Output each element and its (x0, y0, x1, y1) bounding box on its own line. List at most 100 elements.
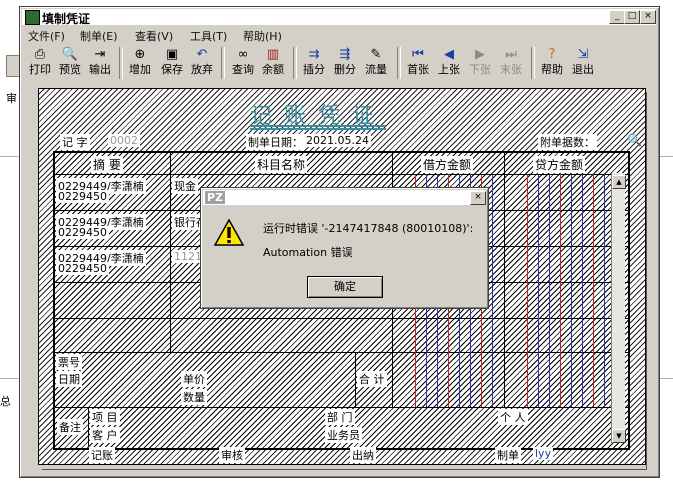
vertical-scrollbar[interactable]: ▲ ▼ (611, 173, 626, 443)
next-voucher-button[interactable]: ▶ 下张 (466, 45, 494, 81)
entry-summary-line2: 0229450 (56, 262, 109, 275)
prev-voucher-button[interactable]: ◀ 上张 (435, 45, 463, 81)
desktop-edge-line (0, 156, 19, 157)
desktop-edge-line (658, 156, 673, 157)
export-icon: ⇥ (94, 47, 106, 62)
export-button[interactable]: ⇥ 输出 (86, 45, 114, 81)
menu-view[interactable]: 查看(V) (135, 28, 173, 44)
insert-entry-button[interactable]: ⇉ 插分 (300, 45, 328, 81)
voucher-date[interactable]: 2021.05.24 (304, 134, 371, 147)
menu-make[interactable]: 制单(E) (80, 28, 118, 44)
error-dialog: PZ × 运行时错误 '-2147417848 (80010108)': Aut… (200, 187, 489, 309)
help-question-icon: ? (548, 47, 556, 62)
salesman-label: 业务员 (325, 427, 362, 443)
auditor-label: 审核 (219, 447, 245, 463)
scroll-up-icon[interactable]: ▲ (612, 175, 626, 189)
person-label: 个 人 (498, 409, 528, 425)
search-icon[interactable]: 🔍 (627, 133, 642, 147)
toolbar-separator (397, 47, 401, 79)
desktop-edge-text: 审 (6, 92, 17, 105)
warning-icon (213, 218, 245, 246)
exit-button[interactable]: ⇲ 退出 (569, 45, 597, 81)
help-button[interactable]: ? 帮助 (538, 45, 566, 81)
unit-price-label: 单价 (181, 371, 207, 387)
column-header-debit: 借方金额 (421, 156, 474, 173)
print-button[interactable]: ⎙ 打印 (26, 45, 54, 81)
project-label: 项 目 (90, 409, 120, 425)
insert-row-icon: ⇉ (308, 47, 320, 62)
preview-icon: 🔍 (61, 47, 79, 62)
remark-label: 备注 (57, 419, 83, 435)
exit-door-icon: ⇲ (577, 47, 589, 62)
toolbar-separator (221, 47, 225, 79)
customer-label: 客 户 (90, 427, 120, 443)
minimize-button[interactable]: _ (609, 10, 625, 24)
entry-account: 现金 (172, 178, 198, 194)
preview-button[interactable]: 🔍 预览 (56, 45, 84, 81)
entry-summary-line2: 0229450 (56, 190, 109, 203)
first-voucher-button[interactable]: ⏮ 首张 (404, 45, 432, 81)
save-button[interactable]: ▣ 保存 (158, 45, 186, 81)
bookkeeper-label: 记账 (89, 447, 115, 463)
prev-page-icon: ◀ (444, 47, 454, 62)
ticket-no-label: 票号 (56, 354, 82, 370)
ticket-date-label: 日期 (56, 371, 82, 387)
close-button[interactable]: × (640, 10, 656, 24)
menu-help[interactable]: 帮助(H) (243, 28, 282, 44)
cash-flow-button[interactable]: ✎ 流量 (362, 45, 390, 81)
voucher-header: 记 字 0002 制单日期： 2021.05.24 附单据数： 🔍 (60, 133, 645, 150)
flow-edit-icon: ✎ (370, 47, 382, 62)
desktop-edge-line (0, 378, 19, 379)
bar-chart-icon: ▥ (266, 47, 280, 62)
binoculars-icon: ∞ (237, 47, 249, 62)
discard-button[interactable]: ↶ 放弃 (188, 45, 216, 81)
last-page-icon: ⏭ (505, 47, 517, 62)
scroll-down-icon[interactable]: ▼ (612, 429, 626, 443)
add-document-icon: ⊕ (134, 47, 146, 62)
toolbar-separator (531, 47, 535, 79)
toolbar: ⎙ 打印 🔍 预览 ⇥ 输出 ⊕ 增加 ▣ 保存 ↶ 放弃 ∞ 查询 ▥ 余额 ⇉ 插分 ⇶ 删分 … (24, 45, 654, 85)
entry-summary-line2: 0229450 (56, 226, 109, 239)
desktop-edge-line (658, 378, 673, 379)
delete-entry-button[interactable]: ⇶ 删分 (331, 45, 359, 81)
voucher-title: 记账凭证 (250, 104, 387, 129)
first-page-icon: ⏮ (412, 47, 424, 62)
delete-row-icon: ⇶ (339, 47, 351, 62)
error-detail: Automation 错误 (263, 246, 353, 259)
voucher-date-label: 制单日期： (246, 134, 305, 150)
cashier-label: 出纳 (350, 447, 376, 463)
menu-file[interactable]: 文件(F) (28, 28, 65, 44)
dialog-close-button[interactable]: × (470, 191, 486, 205)
voucher-word-number[interactable]: 0002 (108, 134, 140, 147)
ok-button[interactable]: 确定 (307, 276, 383, 298)
column-header-summary: 摘 要 (91, 156, 123, 173)
dialog-title-bar[interactable]: PZ × (203, 190, 486, 205)
menu-tools[interactable]: 工具(T) (190, 28, 227, 44)
query-button[interactable]: ∞ 查询 (229, 45, 257, 81)
maker-label: 制单 (495, 447, 521, 463)
app-icon (25, 10, 40, 25)
title-bar[interactable]: 填制凭证 _ □ × (22, 9, 656, 26)
toolbar-separator (119, 47, 123, 79)
dialog-title: PZ (205, 191, 226, 204)
floppy-disk-icon: ▣ (165, 47, 179, 62)
column-header-account: 科目名称 (255, 156, 308, 173)
column-header-credit: 贷方金额 (533, 156, 586, 173)
voucher-word-label: 记 字 (60, 134, 90, 150)
printer-icon: ⎙ (34, 47, 46, 62)
maximize-button[interactable]: □ (624, 10, 640, 24)
department-label: 部 门 (325, 409, 355, 425)
error-message: 运行时错误 '-2147417848 (80010108)': (263, 222, 474, 235)
attachment-count-label: 附单据数： (538, 134, 597, 150)
quantity-label: 数量 (181, 389, 207, 405)
undo-icon: ↶ (196, 47, 208, 62)
toolbar-separator (293, 47, 297, 79)
signature-row: 记账 审核 出纳 制单 lyy (55, 447, 625, 463)
window-title: 填制凭证 (42, 12, 91, 26)
next-page-icon: ▶ (475, 47, 485, 62)
maker-name: lyy (533, 447, 554, 460)
total-label: 合 计 (357, 371, 387, 387)
balance-button[interactable]: ▥ 余额 (259, 45, 287, 81)
last-voucher-button[interactable]: ⏭ 末张 (497, 45, 525, 81)
add-button[interactable]: ⊕ 增加 (126, 45, 154, 81)
